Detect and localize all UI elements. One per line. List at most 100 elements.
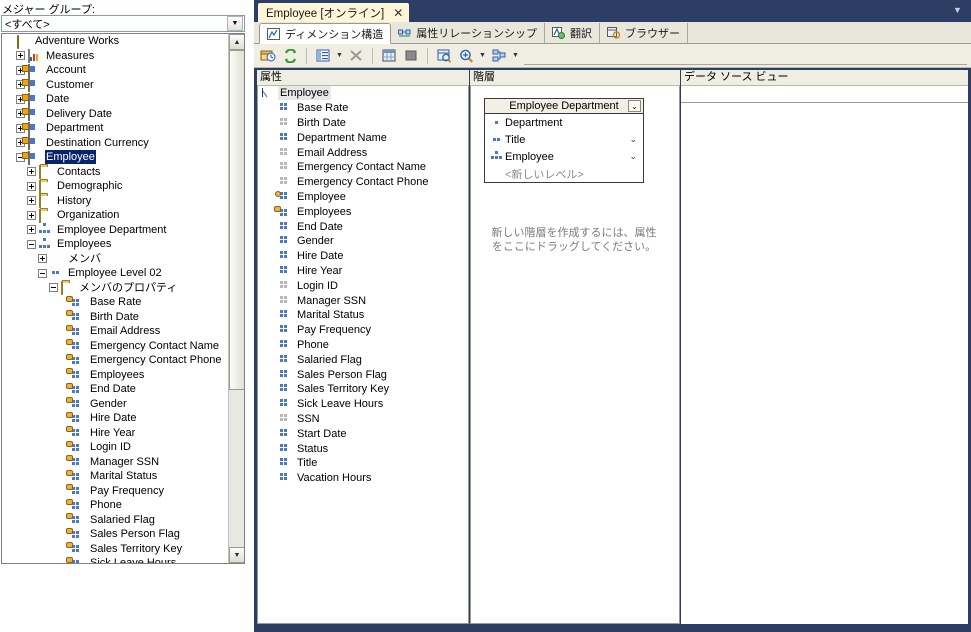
collapse-icon[interactable]	[38, 268, 47, 278]
tree-item[interactable]: Adventure Works	[2, 34, 230, 49]
tree-item[interactable]: Date	[2, 92, 230, 107]
hierarchy-level[interactable]: Department	[485, 114, 643, 131]
attribute-item[interactable]: Title	[258, 456, 468, 471]
tree-item[interactable]: Employee	[2, 150, 230, 165]
attribute-item[interactable]: Marital Status	[258, 308, 468, 323]
scroll-up-button[interactable]: ▲	[229, 34, 244, 50]
metadata-tree[interactable]: Adventure Works Measures Account Customer Da…	[1, 33, 245, 564]
tree-item[interactable]: Emergency Contact Name	[2, 339, 230, 354]
tree-item[interactable]: Customer	[2, 78, 230, 93]
tree-item[interactable]: Contacts	[2, 165, 230, 180]
stop-icon[interactable]	[401, 46, 421, 66]
refresh-icon[interactable]	[280, 46, 300, 66]
hierarchies-surface[interactable]: Employee Department ⌄ Department Title ⌄ Em…	[470, 86, 680, 624]
tab-4[interactable]: ブラウザー	[600, 23, 689, 43]
tree-item[interactable]: メンバ	[2, 252, 230, 267]
expand-icon[interactable]	[27, 181, 36, 191]
chevron-down-icon[interactable]: ▼	[335, 52, 344, 59]
metadata-tree-scrollbar[interactable]: ▲ ▼	[228, 34, 244, 563]
measure-group-combobox[interactable]: <すべて> ▼	[1, 15, 245, 32]
attribute-item[interactable]: Employees	[258, 204, 468, 219]
tree-item[interactable]: Employees	[2, 237, 230, 252]
tree-item[interactable]: Sick Leave Hours	[2, 556, 230, 563]
attribute-item[interactable]: Login ID	[258, 278, 468, 293]
close-icon[interactable]: ✕	[393, 6, 403, 20]
tree-item[interactable]: Base Rate	[2, 295, 230, 310]
attribute-item[interactable]: Emergency Contact Phone	[258, 175, 468, 190]
scroll-down-button[interactable]: ▼	[229, 547, 244, 563]
tree-item[interactable]: Destination Currency	[2, 136, 230, 151]
tree-item[interactable]: Department	[2, 121, 230, 136]
attribute-item[interactable]: Vacation Hours	[258, 471, 468, 486]
expand-icon[interactable]	[27, 225, 36, 235]
tree-item[interactable]: Employee Department	[2, 223, 230, 238]
attribute-item[interactable]: Status	[258, 441, 468, 456]
attribute-item[interactable]: Manager SSN	[258, 293, 468, 308]
attribute-item[interactable]: Start Date	[258, 426, 468, 441]
tree-item[interactable]: Emergency Contact Phone	[2, 353, 230, 368]
tree-item[interactable]: Gender	[2, 397, 230, 412]
tree-item[interactable]: Delivery Date	[2, 107, 230, 122]
hierarchy-card[interactable]: Employee Department ⌄ Department Title ⌄ Em…	[484, 98, 644, 183]
attribute-item[interactable]: Email Address	[258, 145, 468, 160]
tree-item[interactable]: Pay Frequency	[2, 484, 230, 499]
tree-item[interactable]: Demographic	[2, 179, 230, 194]
chevron-double-down-icon[interactable]: ⌄	[629, 151, 637, 162]
expand-icon[interactable]	[27, 196, 36, 206]
tree-item[interactable]: End Date	[2, 382, 230, 397]
attribute-item[interactable]: Sick Leave Hours	[258, 397, 468, 412]
tree-item[interactable]: Email Address	[2, 324, 230, 339]
tree-item[interactable]: Measures	[2, 49, 230, 64]
zoom-to-fit-icon[interactable]	[434, 46, 454, 66]
attribute-item[interactable]: Gender	[258, 234, 468, 249]
zoom-icon[interactable]	[456, 46, 476, 66]
attribute-item[interactable]: SSN	[258, 412, 468, 427]
new-level-placeholder[interactable]: <新しいレベル>	[485, 165, 643, 182]
attribute-item[interactable]: Sales Territory Key	[258, 382, 468, 397]
attribute-item[interactable]: Hire Date	[258, 249, 468, 264]
tree-item[interactable]: Birth Date	[2, 310, 230, 325]
tree-item[interactable]: Hire Year	[2, 426, 230, 441]
attribute-item[interactable]: Phone	[258, 338, 468, 353]
attribute-item[interactable]: Employee	[258, 190, 468, 205]
process-icon[interactable]	[258, 46, 278, 66]
expand-icon[interactable]	[38, 254, 47, 264]
delete-icon[interactable]	[346, 46, 366, 66]
tree-item[interactable]: Manager SSN	[2, 455, 230, 470]
layout-tree-icon[interactable]	[489, 46, 509, 66]
collapse-icon[interactable]	[27, 239, 36, 249]
attribute-item[interactable]: Base Rate	[258, 101, 468, 116]
toolbar-input-field[interactable]	[524, 47, 967, 65]
tree-item[interactable]: メンバのプロパティ	[2, 281, 230, 296]
expand-icon[interactable]	[27, 167, 36, 177]
tree-item[interactable]: History	[2, 194, 230, 209]
attribute-item[interactable]: End Date	[258, 219, 468, 234]
tree-item[interactable]: Sales Territory Key	[2, 542, 230, 557]
attribute-item[interactable]: Pay Frequency	[258, 323, 468, 338]
scrollbar-thumb[interactable]	[229, 50, 244, 390]
tree-item[interactable]: Marital Status	[2, 469, 230, 484]
expand-icon[interactable]	[16, 51, 25, 61]
tree-item[interactable]: Employee Level 02	[2, 266, 230, 281]
tree-item[interactable]: Hire Date	[2, 411, 230, 426]
expand-icon[interactable]	[27, 210, 36, 220]
document-tab[interactable]: Employee [オンライン] ✕	[257, 2, 411, 22]
hierarchy-card-header[interactable]: Employee Department ⌄	[485, 99, 643, 114]
tab-2[interactable]: 属性リレーションシップ	[391, 23, 546, 43]
tree-item[interactable]: Sales Person Flag	[2, 527, 230, 542]
attributes-list[interactable]: Employee Base Rate Birth Date Department Na…	[257, 86, 469, 624]
show-grid-icon[interactable]	[379, 46, 399, 66]
chevron-down-icon[interactable]: ▼	[227, 16, 243, 31]
attribute-item[interactable]: Employee	[258, 86, 468, 101]
chevron-down-icon[interactable]: ▼	[478, 52, 487, 59]
list-view-icon[interactable]	[313, 46, 333, 66]
chevron-double-down-icon[interactable]: ⌄	[628, 100, 641, 112]
hierarchy-level[interactable]: Title ⌄	[485, 131, 643, 148]
tab-3[interactable]: 翻訳	[545, 23, 601, 43]
chevron-down-icon[interactable]: ▼	[511, 52, 520, 59]
tab-1[interactable]: ディメンション構造	[259, 23, 392, 44]
attribute-item[interactable]: Birth Date	[258, 116, 468, 131]
chevron-down-icon[interactable]: ▼	[952, 6, 963, 15]
tree-item[interactable]: Account	[2, 63, 230, 78]
collapse-icon[interactable]	[49, 283, 58, 293]
